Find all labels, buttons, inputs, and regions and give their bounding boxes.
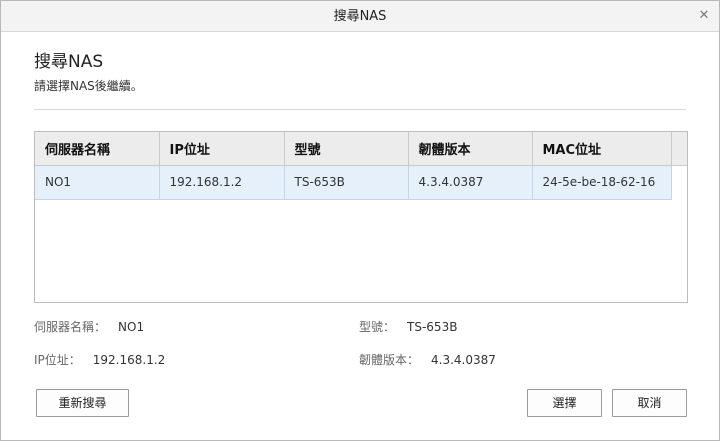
cell-firmware: 4.3.4.0387	[408, 165, 533, 200]
cell-mac: 24-5e-be-18-62-16	[532, 165, 672, 200]
divider	[34, 109, 686, 110]
firmware-value: 4.3.4.0387	[431, 353, 496, 367]
column-header-ip[interactable]: IP位址	[159, 132, 285, 166]
cell-model: TS-653B	[284, 165, 409, 200]
window-title: 搜尋NAS	[333, 9, 387, 24]
detail-ip: IP位址： 192.168.1.2	[34, 351, 165, 368]
column-header-filler	[671, 132, 687, 166]
table-header-row: 伺服器名稱 IP位址 型號 韌體版本 MAC位址	[35, 132, 687, 166]
detail-server-name: 伺服器名稱： NO1	[34, 318, 144, 335]
column-header-firmware[interactable]: 韌體版本	[408, 132, 533, 166]
detail-model: 型號： TS-653B	[359, 318, 457, 335]
title-bar: 搜尋NAS ✕	[1, 1, 719, 32]
server-name-label: 伺服器名稱：	[34, 320, 107, 334]
cell-server-name: NO1	[35, 165, 160, 200]
column-header-mac[interactable]: MAC位址	[532, 132, 672, 166]
ip-label: IP位址：	[34, 353, 81, 367]
close-icon[interactable]: ✕	[697, 9, 711, 23]
column-header-model[interactable]: 型號	[284, 132, 409, 166]
model-label: 型號：	[359, 320, 396, 334]
detail-firmware: 韌體版本： 4.3.4.0387	[359, 351, 496, 368]
column-header-server-name[interactable]: 伺服器名稱	[35, 132, 160, 166]
select-button[interactable]: 選擇	[527, 389, 602, 417]
cancel-button[interactable]: 取消	[612, 389, 687, 417]
table-row[interactable]: NO1 192.168.1.2 TS-653B 4.3.4.0387 24-5e…	[35, 165, 687, 200]
cell-ip: 192.168.1.2	[159, 165, 285, 200]
nas-table: 伺服器名稱 IP位址 型號 韌體版本 MAC位址 NO1 192.168.1.2…	[34, 131, 688, 303]
firmware-label: 韌體版本：	[359, 353, 420, 367]
ip-value: 192.168.1.2	[92, 353, 166, 367]
search-nas-dialog: 搜尋NAS ✕ 搜尋NAS 請選擇NAS後繼續。 伺服器名稱 IP位址 型號 韌…	[0, 0, 720, 441]
page-title: 搜尋NAS	[34, 52, 104, 72]
rescan-button[interactable]: 重新搜尋	[36, 389, 129, 417]
instruction-text: 請選擇NAS後繼續。	[34, 79, 143, 93]
model-value: TS-653B	[407, 320, 458, 334]
server-name-value: NO1	[118, 320, 145, 334]
